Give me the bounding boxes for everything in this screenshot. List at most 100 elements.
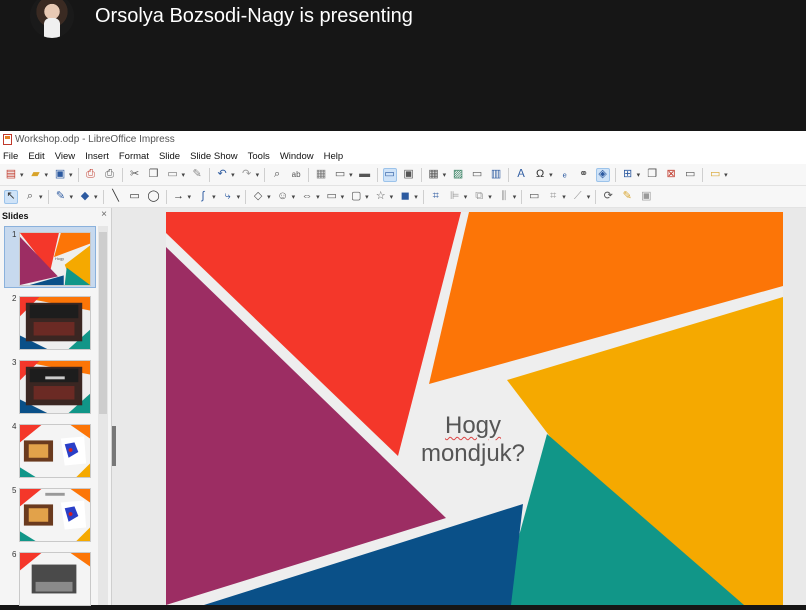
menu-help[interactable]: Help bbox=[324, 151, 344, 162]
symbol-shapes-icon[interactable]: ☺ bbox=[276, 190, 290, 204]
slides-pane-scrollbar[interactable] bbox=[98, 226, 108, 605]
slide-thumbnail-item[interactable]: 1 Hogy bbox=[0, 226, 98, 290]
crop-dropdown-icon[interactable]: ▾ bbox=[562, 193, 566, 201]
table-icon[interactable]: ▦ bbox=[427, 168, 441, 182]
menu-view[interactable]: View bbox=[55, 151, 75, 162]
align-dropdown-icon[interactable]: ▾ bbox=[464, 193, 468, 201]
current-slide-canvas[interactable]: Hogy mondjuk? bbox=[166, 212, 783, 605]
line-tool-icon[interactable]: ╲ bbox=[109, 190, 123, 204]
display-views-dropdown-icon[interactable]: ▾ bbox=[349, 171, 353, 179]
rectangle-tool-icon[interactable]: ▭ bbox=[128, 190, 142, 204]
menu-window[interactable]: Window bbox=[280, 151, 314, 162]
undo-icon[interactable]: ↶ bbox=[215, 168, 229, 182]
cut-icon[interactable]: ✂ bbox=[128, 168, 142, 182]
redo-dropdown-icon[interactable]: ▾ bbox=[256, 171, 260, 179]
align-objects-icon[interactable]: ⊫ bbox=[448, 190, 462, 204]
menu-slide[interactable]: Slide bbox=[159, 151, 180, 162]
slide-title-text[interactable]: Hogy mondjuk? bbox=[398, 412, 548, 468]
pane-resize-handle[interactable] bbox=[112, 426, 116, 466]
redo-icon[interactable]: ↷ bbox=[240, 168, 254, 182]
line-color-icon[interactable]: ✎ bbox=[54, 190, 68, 204]
basic-shapes-dropdown-icon[interactable]: ▾ bbox=[267, 193, 271, 201]
slide-thumbnail-item[interactable]: 5 bbox=[0, 482, 98, 546]
3d-objects-dropdown-icon[interactable]: ▾ bbox=[414, 193, 418, 201]
grid-icon[interactable]: ▦ bbox=[314, 168, 328, 182]
menu-edit[interactable]: Edit bbox=[28, 151, 44, 162]
slide-layout-icon[interactable]: ▭ bbox=[683, 168, 697, 182]
menu-tools[interactable]: Tools bbox=[248, 151, 270, 162]
animation-icon[interactable]: ▣ bbox=[639, 190, 653, 204]
slide-thumbnail-item[interactable]: 2 bbox=[0, 290, 98, 354]
callouts-dropdown-icon[interactable]: ▾ bbox=[365, 193, 369, 201]
line-color-dropdown-icon[interactable]: ▾ bbox=[70, 193, 74, 201]
menu-file[interactable]: File bbox=[3, 151, 18, 162]
open-dropdown-icon[interactable]: ▾ bbox=[45, 171, 49, 179]
menu-slide-show[interactable]: Slide Show bbox=[190, 151, 238, 162]
fill-color-icon[interactable]: ◆ bbox=[78, 190, 92, 204]
save-icon[interactable]: ▣ bbox=[53, 168, 67, 182]
clone-formatting-icon[interactable]: ✎ bbox=[190, 168, 204, 182]
new-slide-dropdown-icon[interactable]: ▾ bbox=[637, 171, 641, 179]
comment-dropdown-icon[interactable]: ▾ bbox=[724, 171, 728, 179]
copy-icon[interactable]: ❐ bbox=[147, 168, 161, 182]
glue-points-icon[interactable]: ✎ bbox=[620, 190, 634, 204]
stars-icon[interactable]: ☆ bbox=[374, 190, 388, 204]
comment-icon[interactable]: ▭ bbox=[708, 168, 722, 182]
block-arrows-dropdown-icon[interactable]: ▾ bbox=[316, 193, 320, 201]
start-current-slide-icon[interactable]: ▣ bbox=[402, 168, 416, 182]
undo-dropdown-icon[interactable]: ▾ bbox=[231, 171, 235, 179]
connectors-icon[interactable]: ⤷ bbox=[221, 190, 235, 204]
image-icon[interactable]: ▨ bbox=[451, 168, 465, 182]
display-views-icon[interactable]: ▭ bbox=[333, 168, 347, 182]
new-slide-icon[interactable]: ⊞ bbox=[621, 168, 635, 182]
find-replace-icon[interactable]: ⌕ bbox=[270, 168, 284, 182]
stars-dropdown-icon[interactable]: ▾ bbox=[390, 193, 394, 201]
zoom-icon[interactable]: ⌕ bbox=[23, 190, 37, 204]
ellipse-tool-icon[interactable]: ◯ bbox=[147, 190, 161, 204]
fontwork-icon[interactable]: ₑ bbox=[558, 168, 572, 182]
block-arrows-icon[interactable]: ⇔ bbox=[300, 190, 314, 204]
filter-dropdown-icon[interactable]: ▾ bbox=[587, 193, 591, 201]
crop-icon[interactable]: ⌗ bbox=[546, 190, 560, 204]
show-draw-functions-icon[interactable]: ◈ bbox=[595, 167, 610, 182]
new-document-icon[interactable]: ▤ bbox=[4, 168, 18, 182]
delete-slide-icon[interactable]: ⊠ bbox=[664, 168, 678, 182]
special-character-dropdown-icon[interactable]: ▾ bbox=[549, 171, 553, 179]
chart-icon[interactable]: ▥ bbox=[489, 168, 503, 182]
zoom-dropdown-icon[interactable]: ▾ bbox=[39, 193, 43, 201]
distribute-dropdown-icon[interactable]: ▾ bbox=[513, 193, 517, 201]
basic-shapes-icon[interactable]: ◇ bbox=[251, 190, 265, 204]
paste-dropdown-icon[interactable]: ▾ bbox=[182, 171, 186, 179]
slides-pane-close-icon[interactable]: × bbox=[101, 209, 107, 220]
menu-format[interactable]: Format bbox=[119, 151, 149, 162]
shadow-icon[interactable]: ▭ bbox=[527, 190, 541, 204]
export-pdf-icon[interactable]: ⎙ bbox=[84, 168, 98, 182]
select-pointer-icon[interactable]: ↖ bbox=[4, 189, 18, 204]
symbol-shapes-dropdown-icon[interactable]: ▾ bbox=[292, 193, 296, 201]
spelling-icon[interactable]: ab bbox=[289, 168, 303, 182]
arrange-dropdown-icon[interactable]: ▾ bbox=[488, 193, 492, 201]
hyperlink-icon[interactable]: ⚭ bbox=[577, 168, 591, 182]
toggle-extrusion-icon[interactable]: ⟳ bbox=[601, 190, 615, 204]
menu-insert[interactable]: Insert bbox=[85, 151, 109, 162]
curves-dropdown-icon[interactable]: ▾ bbox=[212, 193, 216, 201]
slides-pane-scrollbar-thumb[interactable] bbox=[99, 232, 107, 414]
duplicate-slide-icon[interactable]: ❐ bbox=[645, 168, 659, 182]
media-icon[interactable]: ▭ bbox=[470, 168, 484, 182]
distribute-icon[interactable]: ⫼ bbox=[497, 190, 511, 204]
arrow-lines-dropdown-icon[interactable]: ▾ bbox=[188, 193, 192, 201]
filter-icon[interactable]: ⟋ bbox=[571, 190, 585, 204]
open-folder-icon[interactable]: ▰ bbox=[29, 168, 43, 182]
slide-thumbnail-item[interactable]: 4 bbox=[0, 418, 98, 482]
slide-thumbnail-item[interactable]: 3 bbox=[0, 354, 98, 418]
3d-objects-icon[interactable]: ◼ bbox=[398, 190, 412, 204]
arrow-lines-icon[interactable]: → bbox=[172, 190, 186, 204]
points-icon[interactable]: ⌗ bbox=[429, 190, 443, 204]
arrange-icon[interactable]: ⧉ bbox=[472, 190, 486, 204]
table-dropdown-icon[interactable]: ▾ bbox=[443, 171, 447, 179]
flowchart-icon[interactable]: ▭ bbox=[325, 190, 339, 204]
save-dropdown-icon[interactable]: ▾ bbox=[69, 171, 73, 179]
new-dropdown-icon[interactable]: ▾ bbox=[20, 171, 24, 179]
text-box-icon[interactable]: Ａ bbox=[514, 168, 528, 182]
master-slide-icon[interactable]: ▬ bbox=[358, 168, 372, 182]
